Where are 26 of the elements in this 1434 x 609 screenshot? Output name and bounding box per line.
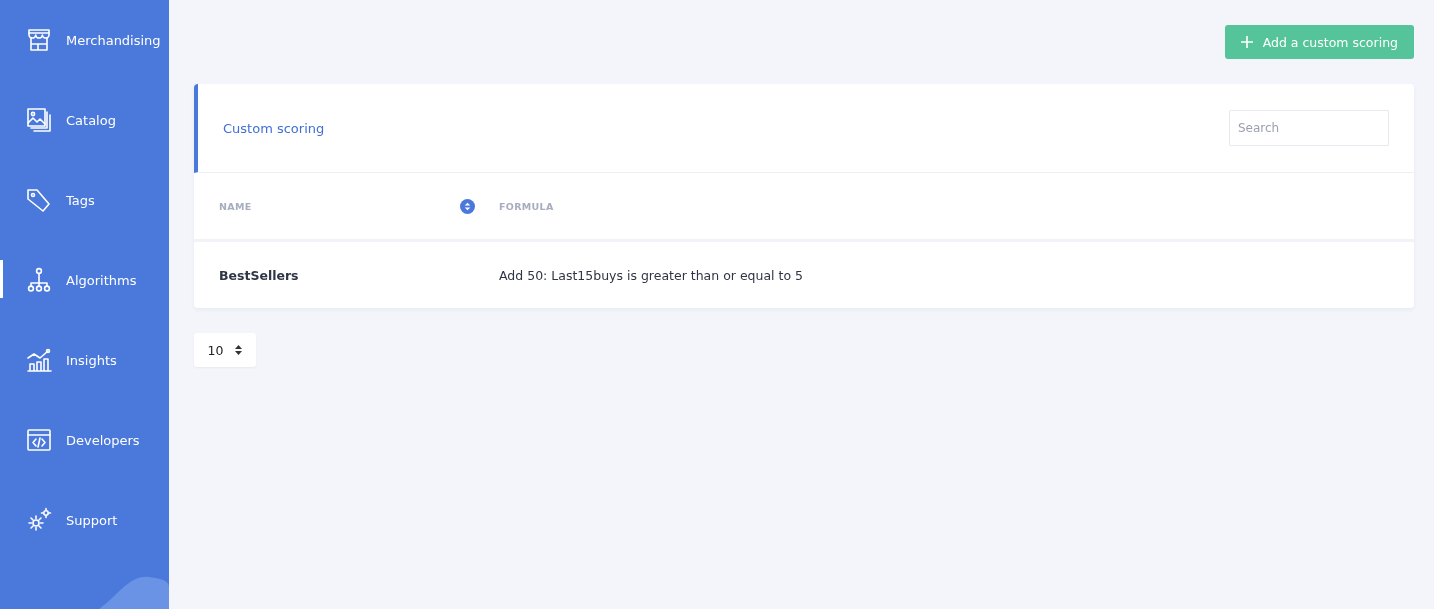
chart-icon (26, 347, 52, 373)
column-header: FORMULA (499, 200, 554, 212)
sidebar-item[interactable]: Insights (0, 320, 169, 400)
table-cell-text: Add 50: Last15buys is greater than or equal to 5 (499, 267, 805, 283)
caret-icon (235, 345, 243, 355)
card-title: Custom scoring (223, 120, 325, 136)
sidebar-item[interactable]: Tags (0, 160, 169, 240)
sidebar-item[interactable]: Developers (0, 400, 169, 480)
sort-icon[interactable] (460, 198, 475, 214)
store-icon (26, 27, 52, 53)
sidebar-item[interactable]: Algorithms (0, 240, 169, 320)
images-icon (26, 107, 52, 133)
page-size-select[interactable]: 10 (194, 333, 256, 367)
search-field[interactable]: Search (1229, 110, 1389, 146)
code-window-icon (26, 427, 52, 453)
plus-icon (1240, 36, 1253, 48)
sidebar-item[interactable]: Catalog (0, 80, 169, 160)
tag-icon (26, 187, 52, 213)
add-button[interactable]: Add a custom scoring (1224, 25, 1414, 59)
wave-decoration (99, 575, 169, 609)
sidebar-item[interactable]: Support (0, 480, 169, 560)
hierarchy-icon (26, 267, 52, 293)
column-header: NAME (219, 200, 252, 212)
table-cell-text: BestSellers (219, 267, 300, 283)
sidebar-item[interactable]: Merchandising (0, 0, 169, 80)
gears-icon (26, 507, 52, 533)
